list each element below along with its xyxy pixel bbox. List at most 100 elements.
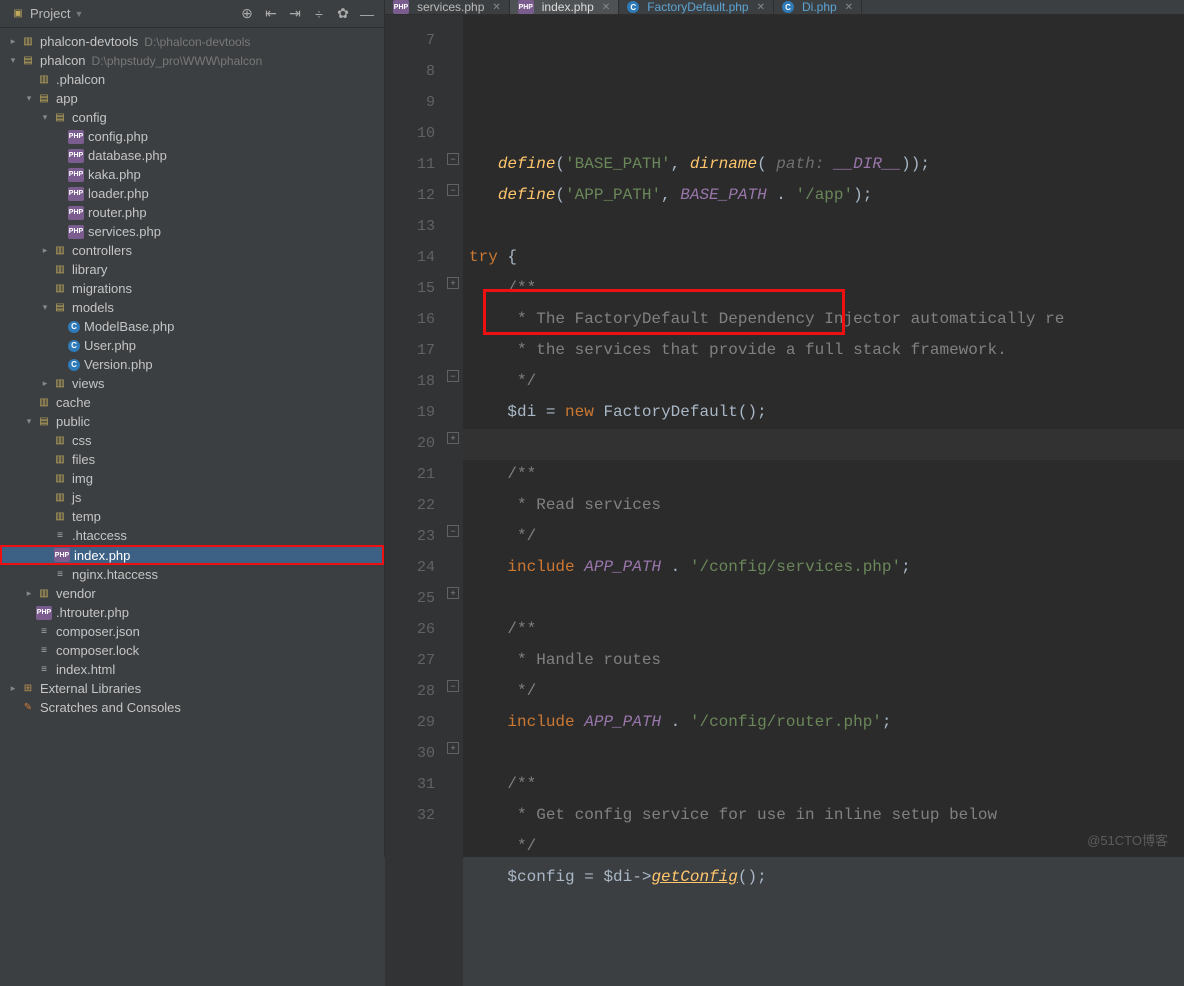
tree-node[interactable]: ▾▤config [0, 108, 384, 127]
target-icon[interactable]: ⊕ [236, 3, 258, 25]
tree-node[interactable]: ≡composer.lock [0, 641, 384, 660]
tree-node[interactable]: ▸▥phalcon-devtoolsD:\phalcon-devtools [0, 32, 384, 51]
tree-node[interactable]: ▥ css [0, 431, 384, 450]
tree-label: css [72, 433, 92, 448]
close-icon[interactable]: ✕ [602, 2, 610, 13]
dir-icon: ▥ [52, 434, 68, 448]
fold-marker[interactable]: − [447, 525, 459, 537]
dir-icon: ▥ [52, 244, 68, 258]
close-icon[interactable]: ✕ [757, 2, 765, 13]
tree-node[interactable]: ▥ .phalcon [0, 70, 384, 89]
dir-icon: ▥ [36, 73, 52, 87]
tree-label: public [56, 414, 90, 429]
tree-node[interactable]: ≡composer.json [0, 622, 384, 641]
tree-node[interactable]: ▥temp [0, 507, 384, 526]
expand-arrow-icon[interactable]: ▸ [22, 588, 36, 599]
fold-marker[interactable]: + [447, 432, 459, 444]
tree-node[interactable]: PHPservices.php [0, 222, 384, 241]
tree-node[interactable]: PHPdatabase.php [0, 146, 384, 165]
tree-node[interactable]: PHP.htrouter.php [0, 603, 384, 622]
tree-node[interactable]: ▸▥controllers [0, 241, 384, 260]
expand-arrow-icon[interactable]: ▸ [38, 378, 52, 389]
tree-node[interactable]: ▥files [0, 450, 384, 469]
tab-label: services.php [417, 0, 484, 14]
sidebar-header: ▣ Project ▼ ⊕ ⇤ ⇥ ÷ ✿ — [0, 0, 384, 28]
expand-arrow-icon[interactable]: ▾ [38, 112, 52, 123]
tree-node[interactable]: ▾▤public [0, 412, 384, 431]
fold-marker[interactable]: − [447, 184, 459, 196]
fold-marker[interactable]: − [447, 370, 459, 382]
fold-marker[interactable]: + [447, 587, 459, 599]
tree-node[interactable]: PHPconfig.php [0, 127, 384, 146]
tree-node[interactable]: ≡nginx.htaccess [0, 565, 384, 584]
dir-icon: ▥ [52, 282, 68, 296]
expand-arrow-icon[interactable]: ▾ [22, 416, 36, 427]
tree-node[interactable]: ✎Scratches and Consoles [0, 698, 384, 717]
tree-label: app [56, 91, 78, 106]
tree-node[interactable]: ▥js [0, 488, 384, 507]
tree-node[interactable]: ▥migrations [0, 279, 384, 298]
editor-tab[interactable]: CDi.php✕ [774, 0, 862, 14]
tree-node[interactable]: ≡index.html [0, 660, 384, 679]
expand-arrow-icon[interactable]: ▸ [38, 245, 52, 256]
expand-arrow-icon[interactable]: ▾ [38, 302, 52, 313]
tree-node[interactable]: CModelBase.php [0, 317, 384, 336]
dir-icon: ▥ [52, 377, 68, 391]
code-editor[interactable]: define('BASE_PATH', dirname( path: __DIR… [463, 15, 1184, 986]
tree-label: services.php [88, 224, 161, 239]
tree-node[interactable]: ▸▥views [0, 374, 384, 393]
close-icon[interactable]: ✕ [492, 2, 500, 13]
tree-node[interactable]: ▥img [0, 469, 384, 488]
dir-icon: ▥ [36, 396, 52, 410]
tree-label: .htrouter.php [56, 605, 129, 620]
tab-label: index.php [542, 0, 594, 14]
tree-node[interactable]: ▾▤ app [0, 89, 384, 108]
tree-node[interactable]: PHPkaka.php [0, 165, 384, 184]
tree-node[interactable]: CVersion.php [0, 355, 384, 374]
highlight-box [483, 289, 845, 335]
chevron-down-icon[interactable]: ▼ [74, 9, 83, 19]
tree-label: .phalcon [56, 72, 105, 87]
tree-node[interactable]: ▥library [0, 260, 384, 279]
tree-node[interactable]: CUser.php [0, 336, 384, 355]
php-icon: PHP [393, 0, 409, 14]
expand-icon[interactable]: ⇥ [284, 3, 306, 25]
collapse-icon[interactable]: ⇤ [260, 3, 282, 25]
expand-arrow-icon[interactable]: ▸ [6, 683, 20, 694]
tree-node[interactable]: ≡.htaccess [0, 526, 384, 545]
fold-marker[interactable]: − [447, 680, 459, 692]
tree-node[interactable]: ▥ cache [0, 393, 384, 412]
expand-arrow-icon[interactable]: ▸ [6, 36, 20, 47]
hide-icon[interactable]: — [356, 3, 378, 25]
tree-label: index.html [56, 662, 115, 677]
tree-node[interactable]: ▾▤phalconD:\phpstudy_pro\WWW\phalcon [0, 51, 384, 70]
project-tree[interactable]: ▸▥phalcon-devtoolsD:\phalcon-devtools▾▤p… [0, 28, 384, 857]
tree-node[interactable]: PHPloader.php [0, 184, 384, 203]
tree-label: cache [56, 395, 91, 410]
fold-marker[interactable]: + [447, 277, 459, 289]
editor-tab[interactable]: CFactoryDefault.php✕ [619, 0, 774, 14]
tree-node[interactable]: ▾▤models [0, 298, 384, 317]
tree-label: Version.php [84, 357, 153, 372]
expand-arrow-icon[interactable]: ▾ [22, 93, 36, 104]
editor-area: PHPservices.php✕PHPindex.php✕CFactoryDef… [385, 0, 1184, 857]
dir-icon: ▥ [52, 510, 68, 524]
tree-node[interactable]: ▸⊞External Libraries [0, 679, 384, 698]
tree-label: External Libraries [40, 681, 141, 696]
tree-node[interactable]: ▸▥vendor [0, 584, 384, 603]
tree-node[interactable]: PHProuter.php [0, 203, 384, 222]
fold-marker[interactable]: + [447, 742, 459, 754]
folder-icon: ▣ [10, 7, 26, 21]
tree-node[interactable]: PHPindex.php [0, 545, 384, 565]
dir-open-icon: ▤ [36, 92, 52, 106]
fold-marker[interactable]: − [447, 153, 459, 165]
editor-tab[interactable]: PHPindex.php✕ [510, 0, 619, 14]
c-icon: C [782, 1, 794, 13]
expand-arrow-icon[interactable]: ▾ [6, 55, 20, 66]
editor-tab[interactable]: PHP services.php ✕ [385, 0, 510, 14]
php-icon: PHP [68, 130, 84, 144]
divide-icon[interactable]: ÷ [308, 3, 330, 25]
close-icon[interactable]: ✕ [845, 2, 853, 13]
gear-icon[interactable]: ✿ [332, 3, 354, 25]
tree-label: ModelBase.php [84, 319, 174, 334]
